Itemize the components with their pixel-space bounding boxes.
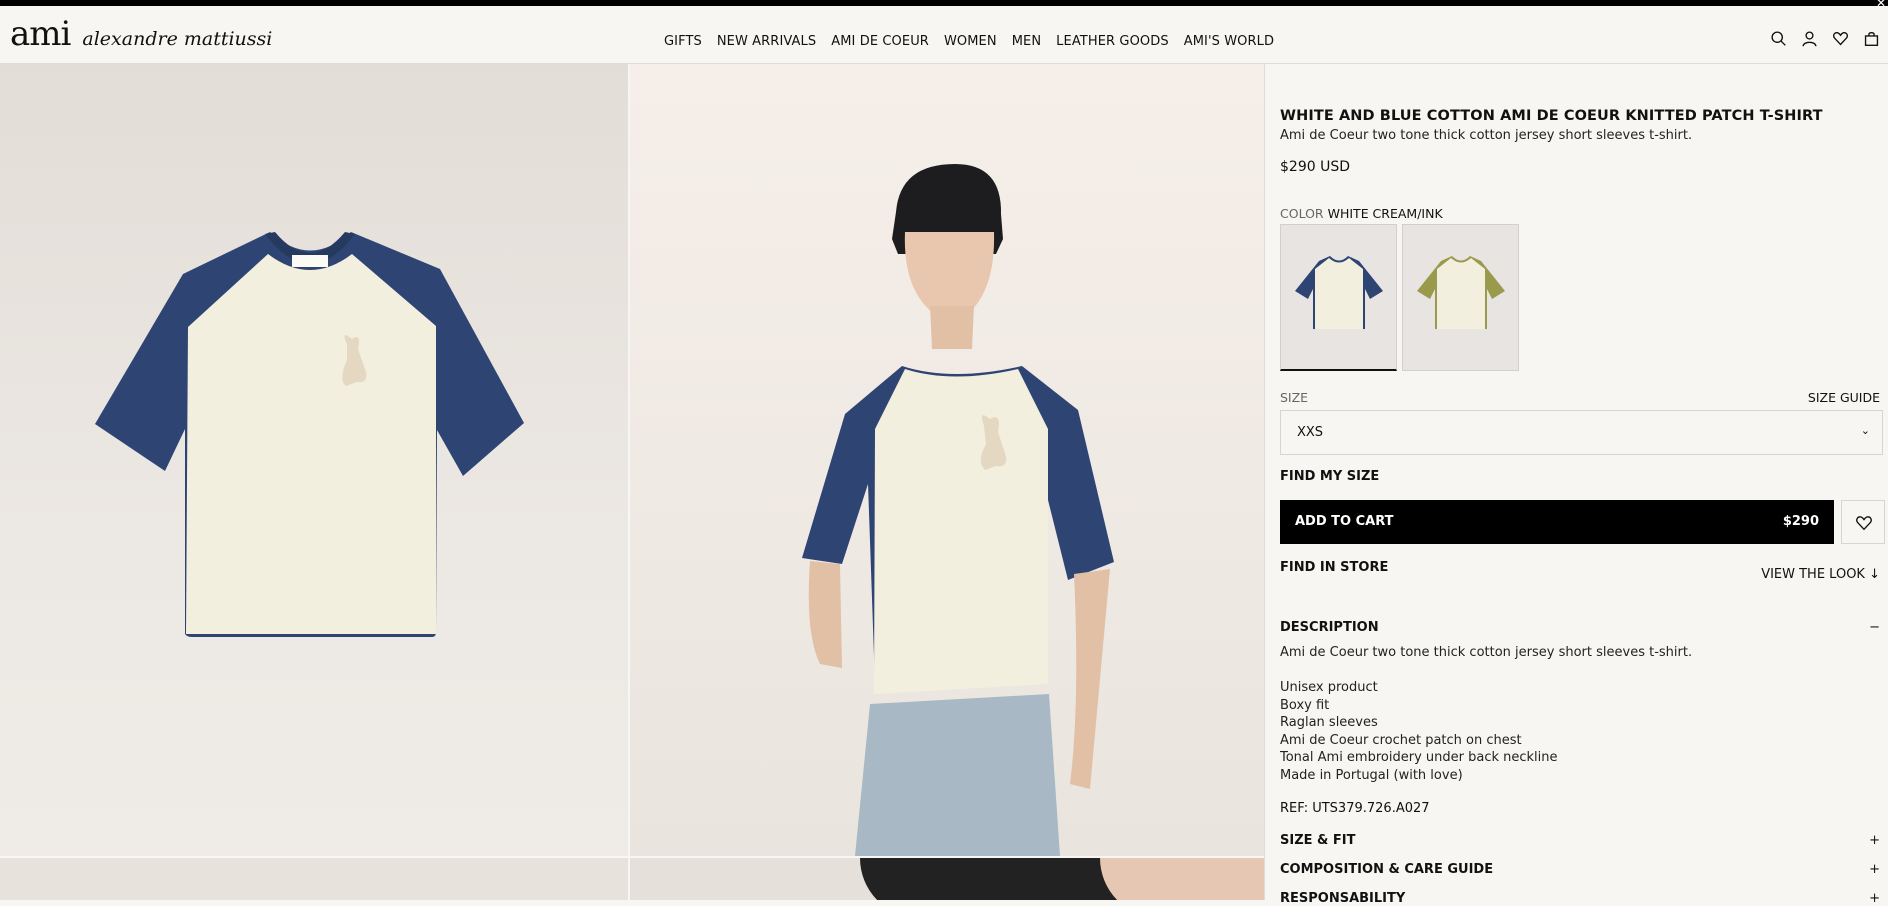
product-gallery xyxy=(0,64,1264,900)
feature-item: Boxy fit xyxy=(1280,697,1330,713)
product-image-detail[interactable] xyxy=(630,858,1264,900)
chevron-down-icon: ⌄ xyxy=(1860,424,1870,437)
logo[interactable]: ami alexandre mattiussi xyxy=(10,14,272,54)
product-title: WHITE AND BLUE COTTON AMI DE COEUR KNITT… xyxy=(1280,108,1823,124)
product-panel: WHITE AND BLUE COTTON AMI DE COEUR KNITT… xyxy=(1264,64,1888,906)
minus-icon: − xyxy=(1869,620,1880,635)
nav-new-arrivals[interactable]: NEW ARRIVALS xyxy=(717,34,816,49)
product-price: $290 USD xyxy=(1280,159,1350,175)
bag-icon[interactable] xyxy=(1863,30,1880,47)
color-line: COLOR WHITE CREAM/INK xyxy=(1280,206,1443,221)
main-nav: GIFTS NEW ARRIVALS AMI DE COEUR WOMEN ME… xyxy=(664,34,1274,49)
nav-leather-goods[interactable]: LEATHER GOODS xyxy=(1056,34,1169,49)
site-header: ami alexandre mattiussi GIFTS NEW ARRIVA… xyxy=(0,6,1888,64)
nav-men[interactable]: MEN xyxy=(1012,34,1041,49)
find-in-store-link[interactable]: FIND IN STORE xyxy=(1280,560,1388,575)
add-to-cart-label: ADD TO CART xyxy=(1295,514,1394,529)
color-label: COLOR xyxy=(1280,206,1324,221)
description-heading: DESCRIPTION xyxy=(1280,620,1379,635)
plus-icon: + xyxy=(1869,862,1880,877)
product-image-model[interactable] xyxy=(630,64,1264,856)
feature-item: Made in Portugal (with love) xyxy=(1280,767,1463,783)
plus-icon: + xyxy=(1869,891,1880,906)
nav-amis-world[interactable]: AMI'S WORLD xyxy=(1184,34,1274,49)
composition-care-accordion[interactable]: COMPOSITION & CARE GUIDE + xyxy=(1280,862,1880,877)
search-icon[interactable] xyxy=(1770,30,1787,47)
size-fit-heading: SIZE & FIT xyxy=(1280,833,1356,848)
add-to-cart-price: $290 xyxy=(1782,514,1819,529)
add-to-cart-button[interactable]: ADD TO CART $290 xyxy=(1280,500,1834,544)
heart-icon xyxy=(1856,516,1872,531)
size-fit-accordion[interactable]: SIZE & FIT + xyxy=(1280,833,1880,848)
logo-ami: ami xyxy=(10,14,71,54)
view-the-look-link[interactable]: VIEW THE LOOK ↓ xyxy=(1761,567,1880,582)
add-to-wishlist-button[interactable] xyxy=(1841,500,1885,544)
description-accordion[interactable]: DESCRIPTION − xyxy=(1280,620,1880,635)
nav-women[interactable]: WOMEN xyxy=(944,34,997,49)
color-swatch-ink[interactable] xyxy=(1280,224,1397,371)
responsibility-heading: RESPONSABILITY xyxy=(1280,891,1406,906)
size-label: SIZE xyxy=(1280,390,1309,405)
product-subtitle: Ami de Coeur two tone thick cotton jerse… xyxy=(1280,128,1693,143)
feature-item: Unisex product xyxy=(1280,680,1378,695)
image-detail-face xyxy=(1100,858,1264,900)
product-ref: REF: UTS379.726.A027 xyxy=(1280,801,1430,816)
description-body: Ami de Coeur two tone thick cotton jerse… xyxy=(1280,644,1692,784)
composition-care-heading: COMPOSITION & CARE GUIDE xyxy=(1280,862,1494,877)
nav-ami-de-coeur[interactable]: AMI DE COEUR xyxy=(831,34,929,49)
view-the-look-label: VIEW THE LOOK xyxy=(1761,567,1865,582)
plus-icon: + xyxy=(1869,833,1880,848)
logo-brand-name: alexandre mattiussi xyxy=(82,28,273,50)
nav-gifts[interactable]: GIFTS xyxy=(664,34,702,49)
description-intro: Ami de Coeur two tone thick cotton jerse… xyxy=(1280,645,1693,660)
wishlist-icon[interactable] xyxy=(1832,30,1849,47)
product-image-flat[interactable] xyxy=(0,64,628,856)
feature-item: Ami de Coeur crochet patch on chest xyxy=(1280,732,1522,748)
product-image-back[interactable] xyxy=(0,858,628,900)
color-swatch-olive[interactable] xyxy=(1402,224,1519,371)
find-my-size-link[interactable]: FIND MY SIZE xyxy=(1280,469,1379,484)
responsibility-accordion[interactable]: RESPONSABILITY + xyxy=(1280,891,1880,906)
feature-item: Tonal Ami embroidery under back neckline xyxy=(1280,750,1558,765)
account-icon[interactable] xyxy=(1801,30,1818,47)
color-value: WHITE CREAM/INK xyxy=(1327,206,1443,221)
size-select[interactable]: XXS ⌄ xyxy=(1280,410,1883,455)
arrow-down-icon: ↓ xyxy=(1869,567,1880,582)
size-select-value: XXS xyxy=(1297,425,1324,440)
feature-item: Raglan sleeves xyxy=(1280,715,1378,730)
header-icons xyxy=(1770,30,1880,47)
size-guide-link[interactable]: SIZE GUIDE xyxy=(1808,390,1880,405)
